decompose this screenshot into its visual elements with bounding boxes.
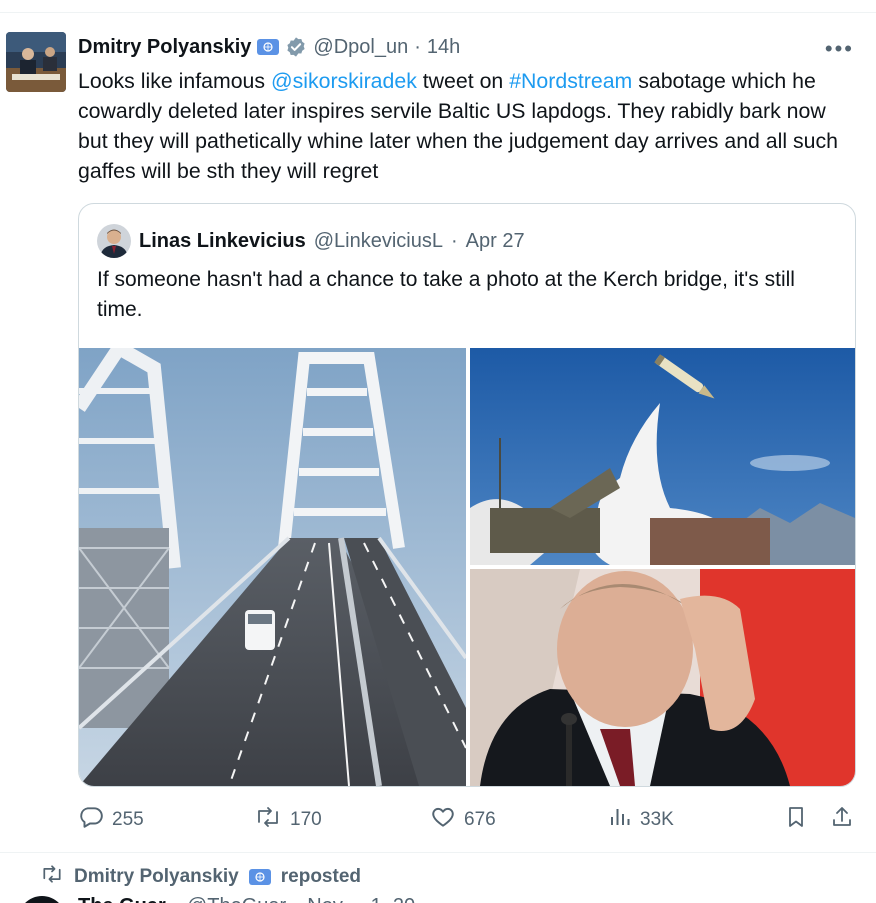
separator-dot: ·	[414, 35, 421, 58]
tweet-text-part2: tweet on	[416, 69, 510, 93]
tweet-time[interactable]: 14h	[427, 36, 460, 59]
quoted-author-handle[interactable]: @LinkeviciusL	[314, 230, 443, 253]
un-affiliation-badge-icon[interactable]	[248, 869, 271, 885]
views-count: 33K	[640, 809, 674, 830]
bookmark-button[interactable]	[784, 805, 808, 835]
next-tweet-date: Nov ... 1, 20...	[307, 895, 432, 903]
mention-link[interactable]: @sikorskiradek	[271, 69, 417, 93]
repost-icon	[254, 804, 282, 836]
reposted-label: reposted	[280, 866, 361, 887]
author-handle[interactable]: @Dpol_un	[313, 36, 408, 59]
quoted-separator-dot: ·	[450, 229, 458, 252]
next-tweet-avatar[interactable]	[18, 896, 66, 903]
reply-icon	[78, 804, 104, 836]
views-button[interactable]: 33K	[608, 805, 674, 835]
repost-indicator-icon	[40, 863, 64, 891]
quoted-author-name[interactable]: Linas Linkevicius	[139, 230, 306, 253]
reply-count: 255	[112, 809, 144, 830]
quoted-tweet[interactable]: Linas Linkevicius @LinkeviciusL · Apr 27…	[78, 203, 856, 787]
reply-button[interactable]: 255	[78, 805, 144, 835]
repost-button[interactable]: 170	[254, 805, 322, 835]
quoted-tweet-date[interactable]: Apr 27	[466, 230, 525, 253]
author-name[interactable]: Dmitry Polyanskiy	[78, 36, 251, 59]
next-tweet-author-name[interactable]: The Guar...	[78, 895, 181, 903]
quoted-tweet-text: If someone hasn't had a chance to take a…	[97, 268, 795, 321]
missile-launch-photo[interactable]	[470, 348, 855, 565]
author-avatar[interactable]	[6, 32, 66, 92]
like-button[interactable]: 676	[430, 805, 496, 835]
next-tweet-header: The Guar... @TheGuar... Nov ... 1, 20...	[78, 895, 432, 903]
more-options-icon[interactable]: •••	[825, 36, 854, 62]
un-affiliation-badge-icon[interactable]	[257, 39, 280, 55]
share-icon	[830, 804, 854, 836]
tweet-divider	[0, 852, 876, 853]
tweet-text-part1: Looks like infamous	[78, 69, 271, 93]
quoted-author-avatar[interactable]	[97, 224, 131, 258]
bookmark-icon	[784, 804, 808, 836]
action-bar: 255 170 676 33K	[78, 805, 858, 835]
media-grid	[79, 348, 855, 786]
heart-icon	[430, 804, 456, 836]
top-divider	[0, 12, 876, 13]
views-bar-chart-icon	[608, 804, 632, 836]
tweet-text: Looks like infamous @sikorskiradek tweet…	[78, 66, 858, 186]
next-tweet-author-handle[interactable]: @TheGuar...	[187, 895, 302, 903]
repost-indicator: Dmitry Polyanskiy reposted	[40, 865, 361, 889]
next-tweet-preview[interactable]: The Guar... @TheGuar... Nov ... 1, 20...	[10, 893, 876, 903]
quoted-tweet-header: Linas Linkevicius @LinkeviciusL · Apr 27	[97, 224, 525, 258]
verified-gray-icon[interactable]	[285, 36, 307, 58]
share-button[interactable]	[830, 805, 854, 835]
tweet-header: Dmitry Polyanskiy @Dpol_un · 14h	[78, 34, 460, 60]
reposter-name[interactable]: Dmitry Polyanskiy	[74, 866, 239, 888]
like-count: 676	[464, 809, 496, 830]
hashtag-link[interactable]: #Nordstream	[509, 69, 632, 93]
repost-count: 170	[290, 809, 322, 830]
person-portrait-photo[interactable]	[470, 569, 855, 786]
bridge-photo[interactable]	[79, 348, 466, 786]
